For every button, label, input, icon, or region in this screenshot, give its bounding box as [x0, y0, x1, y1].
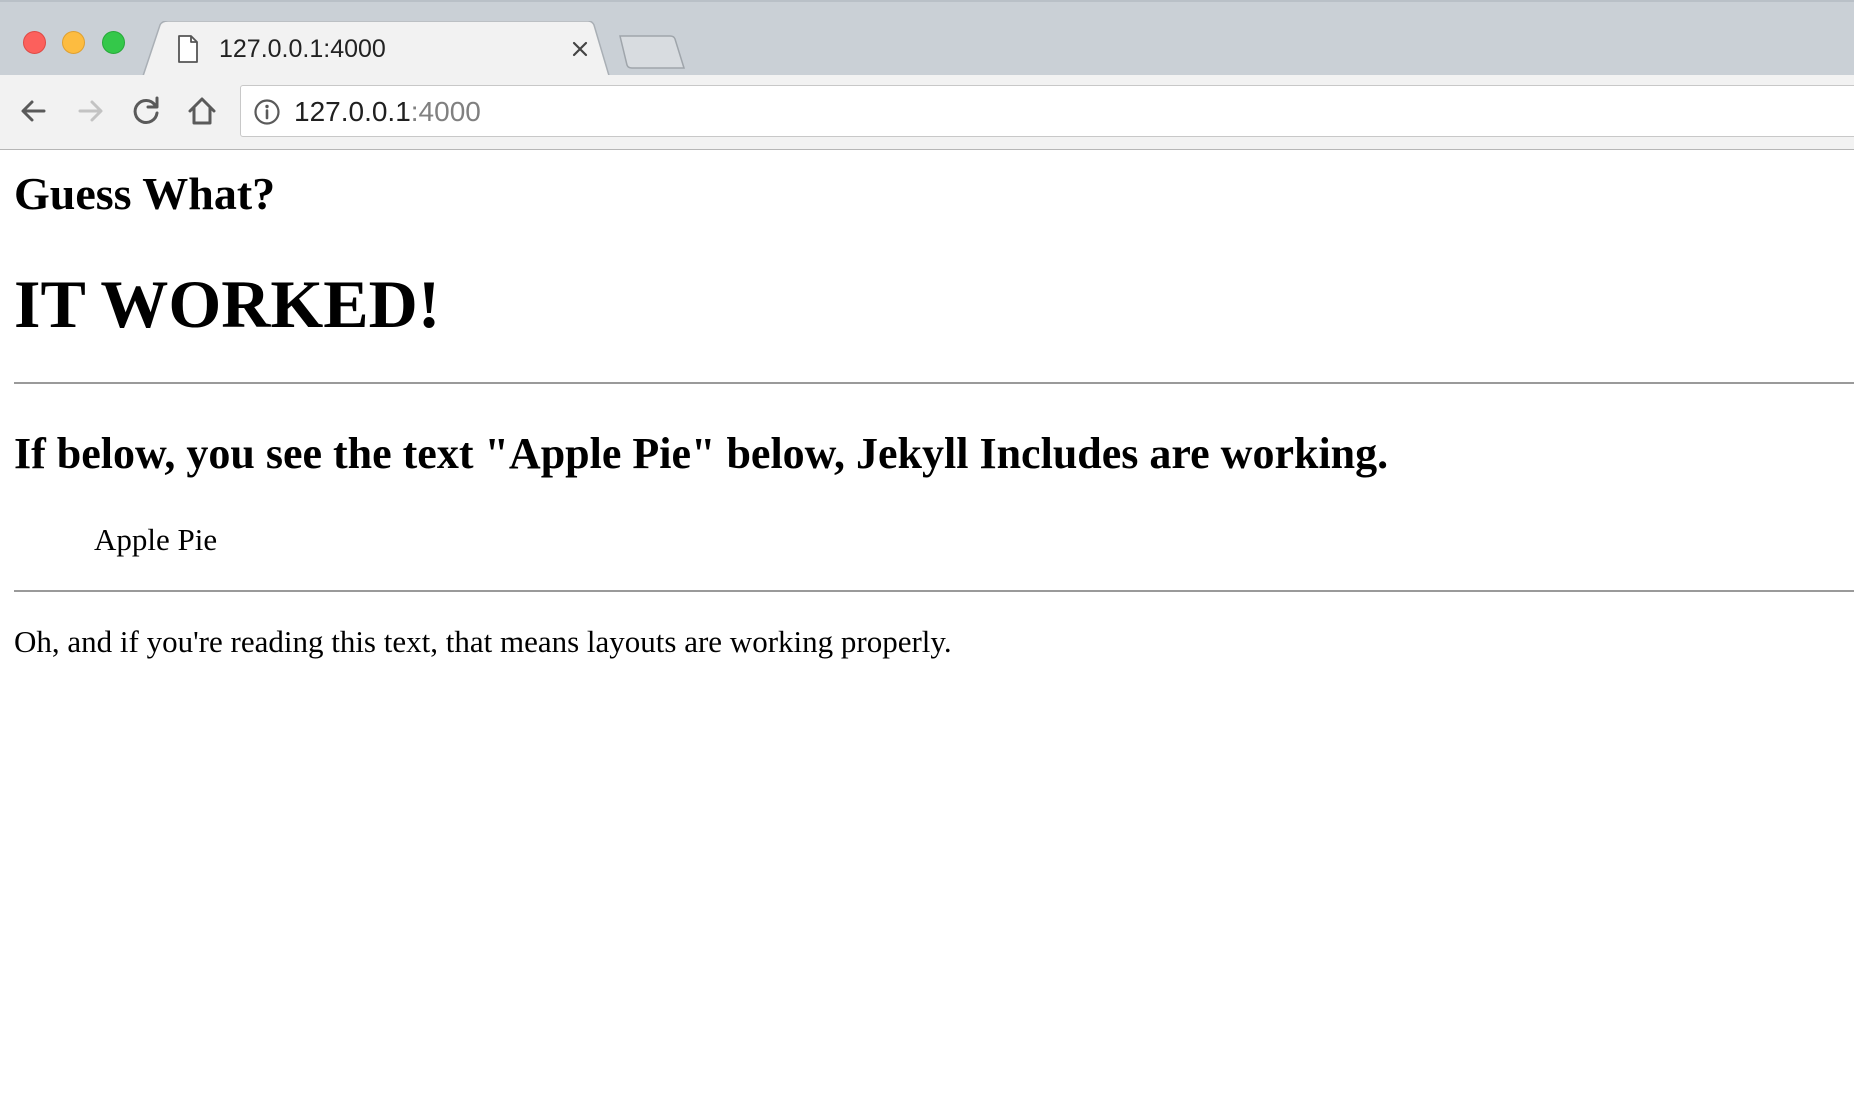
browser-tab-active[interactable]: 127.0.0.1:4000: [142, 21, 610, 79]
address-bar[interactable]: 127.0.0.1:4000: [240, 85, 1854, 137]
layout-note: Oh, and if you're reading this text, tha…: [14, 624, 952, 659]
browser-titlebar: 127.0.0.1:4000: [0, 0, 1854, 79]
page-heading-worked: IT WORKED!: [14, 266, 441, 342]
divider: [14, 590, 1854, 592]
close-icon[interactable]: [568, 37, 592, 61]
forward-button[interactable]: [72, 93, 108, 129]
browser-toolbar: 127.0.0.1:4000: [0, 75, 1854, 150]
page-content: Guess What? IT WORKED! If below, you see…: [0, 150, 1854, 1096]
back-button[interactable]: [16, 93, 52, 129]
included-content: Apple Pie: [94, 522, 218, 557]
home-button[interactable]: [184, 93, 220, 129]
window-minimize-button[interactable]: [62, 31, 85, 54]
includes-heading: If below, you see the text "Apple Pie" b…: [14, 429, 1389, 478]
address-host: 127.0.0.1: [294, 96, 411, 127]
address-url[interactable]: 127.0.0.1:4000: [294, 96, 481, 128]
new-tab-button[interactable]: [618, 34, 686, 70]
tab-title: 127.0.0.1:4000: [219, 35, 386, 63]
divider: [14, 382, 1854, 384]
window-close-button[interactable]: [23, 31, 46, 54]
reload-button[interactable]: [128, 93, 164, 129]
page-heading-guess: Guess What?: [14, 168, 276, 219]
window-maximize-button[interactable]: [102, 31, 125, 54]
document-icon: [178, 35, 198, 63]
address-port: :4000: [410, 96, 481, 127]
info-icon[interactable]: [253, 98, 281, 126]
